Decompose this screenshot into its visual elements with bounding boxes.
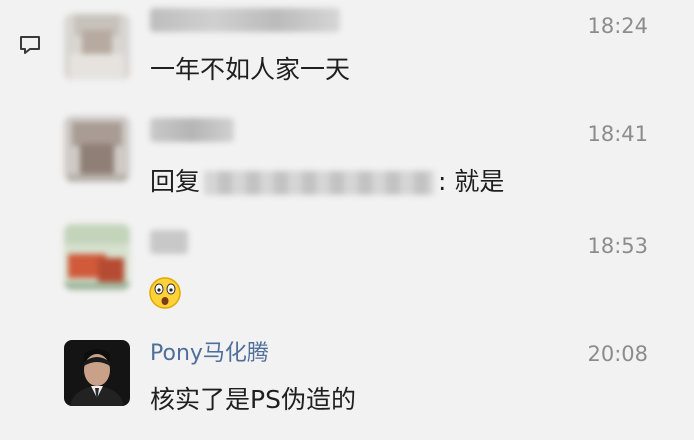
avatar[interactable] xyxy=(64,224,130,290)
shocked-face-emoji xyxy=(149,277,181,309)
sender-name[interactable]: Pony马化腾 xyxy=(150,340,269,368)
redacted-reply-target xyxy=(204,171,435,195)
message-time: 20:08 xyxy=(587,342,648,366)
chat-message[interactable]: 18:41 回复 : 就是 xyxy=(0,108,694,218)
message-time: 18:41 xyxy=(587,122,648,146)
reply-prefix: 回复 xyxy=(150,167,201,196)
sender-name-redacted[interactable] xyxy=(150,8,340,32)
sender-name-redacted[interactable] xyxy=(150,230,188,254)
avatar[interactable] xyxy=(64,340,130,406)
sender-name-redacted[interactable] xyxy=(150,118,234,142)
reply-text: : 就是 xyxy=(438,167,505,196)
avatar[interactable] xyxy=(64,116,130,182)
message-time: 18:53 xyxy=(587,234,648,258)
message-text: 一年不如人家一天 xyxy=(150,55,351,84)
avatar[interactable] xyxy=(64,14,130,80)
chat-message[interactable]: 18:24 一年不如人家一天 xyxy=(0,0,694,108)
message-time: 18:24 xyxy=(587,14,648,38)
message-text: 核实了是PS伪造的 xyxy=(150,385,356,414)
message-text: 回复 : 就是 xyxy=(150,166,504,198)
chat-message[interactable]: 18:53 xyxy=(0,218,694,328)
chat-message[interactable]: Pony马化腾 20:08 核实了是PS伪造的 xyxy=(0,330,694,440)
